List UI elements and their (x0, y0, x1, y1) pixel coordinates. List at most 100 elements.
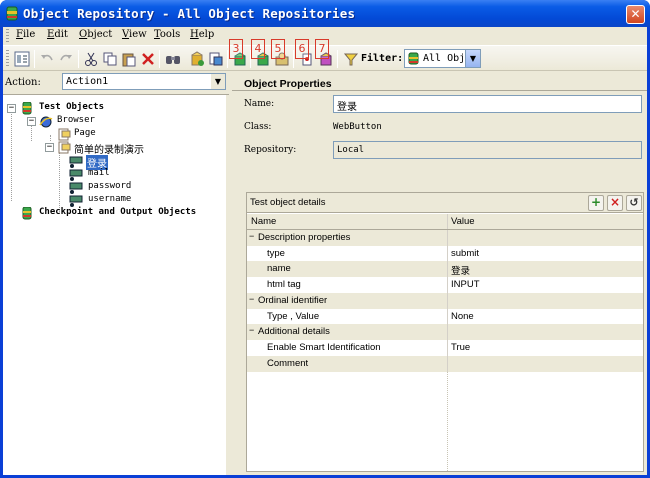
title-bar[interactable]: Object Repository - All Object Repositor… (0, 0, 650, 27)
menu-file[interactable]: File (16, 29, 35, 40)
test-object-details: Test object details + × ↺ Name Value − De… (246, 192, 644, 472)
property-value: True (451, 342, 471, 353)
close-button[interactable]: ✕ (626, 5, 645, 24)
repository-icon (6, 6, 18, 21)
collapse-icon[interactable]: − (249, 326, 257, 335)
cut-icon[interactable] (83, 51, 99, 67)
property-value: None (451, 311, 474, 322)
tree-label: username (88, 194, 132, 204)
action-dropdown[interactable]: Action1 ▼ (62, 73, 226, 90)
copy-icon[interactable] (102, 51, 118, 67)
tree-label: password (88, 181, 132, 191)
grid-category-row[interactable]: − Ordinal identifier (247, 293, 643, 309)
tree-node-username[interactable]: username (64, 194, 184, 207)
name-field[interactable]: 登录 (333, 95, 642, 113)
toolbar: Filter: All Obje ▼ 1 2 3 4 5 6 7 (3, 39, 647, 101)
tree-node-mail[interactable]: mail (64, 168, 184, 181)
toolbar-grip[interactable] (6, 50, 9, 68)
menu-edit[interactable]: Edit (47, 29, 68, 40)
menu-help[interactable]: Help (190, 29, 214, 40)
menu-object[interactable]: Object (79, 29, 112, 40)
repository-field: Local (333, 141, 642, 159)
category-label: Description properties (258, 232, 351, 243)
toolbar-separator (34, 50, 35, 68)
property-name: type (267, 248, 285, 259)
collapse-icon[interactable]: − (27, 117, 36, 126)
tree-line (11, 107, 12, 201)
repository-value: Local (337, 145, 365, 155)
details-header: Test object details + × ↺ (247, 193, 643, 213)
tree-node-test-objects[interactable]: − Test Objects (6, 102, 216, 115)
grid-header: Name Value (247, 214, 643, 230)
tree-node-password[interactable]: password (64, 181, 184, 194)
grid-row[interactable]: type submit (247, 246, 643, 262)
tree-label: Checkpoint and Output Objects (39, 207, 197, 217)
divider (232, 90, 647, 91)
repository-icon (22, 207, 32, 220)
repository-label: Repository: (244, 145, 297, 155)
category-label: Additional details (258, 326, 330, 337)
grid-category-row[interactable]: − Description properties (247, 230, 643, 246)
web-edit-icon (69, 169, 83, 181)
update-local-icon[interactable] (208, 51, 224, 67)
grid-row[interactable]: name 登录 (247, 261, 643, 277)
filter-label: Filter: (361, 53, 404, 64)
find-icon[interactable] (165, 51, 181, 67)
section-title: Object Properties (244, 78, 332, 90)
tree-node-login-button[interactable]: 登录 (64, 155, 164, 170)
toolbar-separator (337, 50, 338, 68)
property-name: Enable Smart Identification (267, 342, 381, 353)
tree-node-page-cn[interactable]: − 简单的录制演示 (44, 141, 214, 156)
menu-grip[interactable] (6, 29, 9, 42)
collapse-icon[interactable]: − (7, 104, 16, 113)
menu-view[interactable]: View (122, 29, 147, 40)
collapse-icon[interactable]: − (249, 295, 257, 304)
chevron-down-icon[interactable]: ▼ (211, 74, 225, 89)
web-button-icon (69, 156, 83, 168)
chevron-down-icon[interactable]: ▼ (465, 50, 480, 67)
category-label: Ordinal identifier (258, 295, 328, 306)
grid-row[interactable]: Comment (247, 356, 643, 372)
tree-label: Test Objects (39, 102, 105, 112)
grid-row[interactable]: html tag INPUT (247, 277, 643, 293)
callout-3: 3 (229, 39, 243, 59)
property-name: Type , Value (267, 311, 320, 322)
class-label: Class: (244, 122, 272, 132)
grid-category-row[interactable]: − Additional details (247, 324, 643, 340)
add-objects-icon[interactable] (189, 51, 205, 67)
callout-7: 7 (315, 39, 329, 59)
web-edit-icon (69, 182, 83, 194)
grid-row[interactable]: Type , Value None (247, 309, 643, 325)
column-header-name: Name (251, 216, 277, 227)
add-icon[interactable]: + (588, 195, 604, 211)
grid-row[interactable]: Enable Smart Identification True (247, 340, 643, 356)
repository-icon (408, 52, 419, 65)
property-value: 登录 (451, 266, 471, 277)
collapse-icon[interactable]: − (45, 143, 54, 152)
tree-node-page[interactable]: Page (44, 128, 204, 141)
paste-icon[interactable] (121, 51, 137, 67)
menu-tools[interactable]: Tools (154, 29, 180, 40)
filter-value: All Obje (423, 53, 472, 64)
column-header-value: Value (451, 216, 475, 227)
tree-label: Browser (57, 115, 95, 125)
column-divider (447, 372, 448, 471)
tree-node-browser[interactable]: − Browser (26, 115, 206, 128)
action-value: Action1 (66, 76, 109, 87)
web-edit-icon (69, 195, 83, 207)
class-value: WebButton (333, 122, 382, 132)
tree-label: Page (74, 128, 96, 138)
window-title: Object Repository - All Object Repositor… (23, 6, 356, 21)
undo-icon[interactable] (39, 51, 55, 67)
tree-node-checkpoints[interactable]: Checkpoint and Output Objects (6, 207, 221, 220)
action-bar: Action: Action1 ▼ (3, 72, 229, 94)
collapse-icon[interactable]: − (249, 232, 257, 241)
filter-dropdown[interactable]: All Obje ▼ (404, 49, 481, 68)
action-label: Action: (5, 77, 41, 88)
redo-icon[interactable] (58, 51, 74, 67)
object-tree-icon[interactable] (14, 51, 30, 67)
remove-icon[interactable]: × (607, 195, 623, 211)
delete-icon[interactable] (140, 51, 156, 67)
reset-icon[interactable]: ↺ (626, 195, 642, 211)
details-title: Test object details (250, 197, 326, 208)
